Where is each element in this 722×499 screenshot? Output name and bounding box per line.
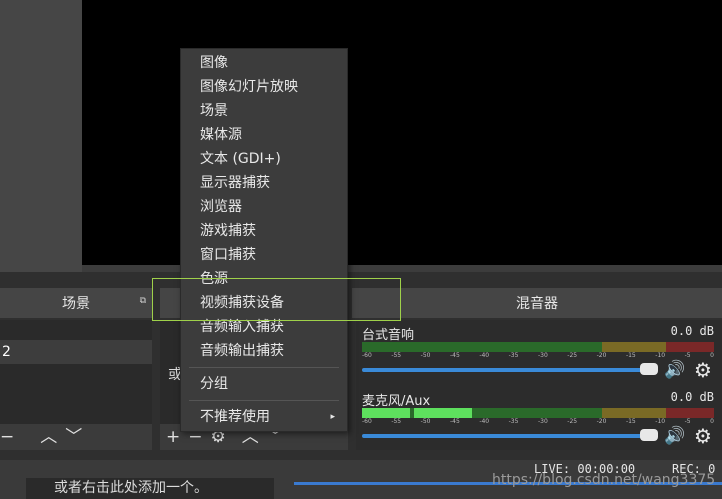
menu-item-text-gdi[interactable]: 文本 (GDI+) xyxy=(181,147,347,171)
menu-item-deprecated-label: 不推荐使用 xyxy=(200,409,270,425)
meter-tick-label: -50 xyxy=(420,352,431,359)
meter-tick-label: -30 xyxy=(537,418,548,425)
undock-icon[interactable]: ⧉ xyxy=(140,296,146,306)
mixer-dock-title: 混音器 xyxy=(352,288,722,318)
meter-tick-label: -35 xyxy=(508,352,519,359)
meter-tick-label: -40 xyxy=(479,418,490,425)
meter-tick-label: -45 xyxy=(449,352,460,359)
meter-tick-label: -10 xyxy=(655,418,666,425)
track-name: 台式音响 xyxy=(362,328,415,343)
track-name: 麦克风/Aux xyxy=(362,394,431,409)
volume-slider-track[interactable] xyxy=(362,434,644,438)
scene-list-item[interactable]: 2 xyxy=(0,340,152,364)
menu-item-browser[interactable]: 浏览器 xyxy=(181,195,347,219)
volume-slider-track[interactable] xyxy=(362,368,644,372)
meter-tick-label: -60 xyxy=(362,418,372,425)
meter-tick-label: -60 xyxy=(362,352,372,359)
menu-separator xyxy=(189,400,339,401)
menu-item-audio-output-capture[interactable]: 音频输出捕获 xyxy=(181,339,347,363)
track-settings-gear-icon[interactable]: ⚙ xyxy=(694,358,712,382)
remove-scene-button[interactable]: − xyxy=(0,428,14,446)
speaker-icon[interactable]: 🔊 xyxy=(664,360,685,380)
meter-tick-label: -40 xyxy=(479,352,490,359)
meter-tick-label: -10 xyxy=(655,352,666,359)
menu-item-image[interactable]: 图像 xyxy=(181,51,347,75)
menu-item-group[interactable]: 分组 xyxy=(181,372,347,396)
volume-meter xyxy=(362,342,714,352)
meter-tick-label: -35 xyxy=(508,418,519,425)
scenes-dock-title: 场景 ⧉ xyxy=(0,288,152,318)
meter-tick-label: -25 xyxy=(567,418,578,425)
audio-mixer: 台式音响 0.0 dB -60 -55 -50 -45 -40 -35 -30 -25 -20 -… xyxy=(356,320,722,450)
add-source-hint: 或者右击此处添加一个。 xyxy=(26,478,274,499)
track-volume-db: 0.0 dB xyxy=(670,324,714,338)
scenes-title-label: 场景 xyxy=(62,296,90,312)
move-scene-down-button[interactable]: ﹀ xyxy=(65,428,82,446)
preview-bottom-strip xyxy=(82,265,722,272)
meter-tick-label: -55 xyxy=(391,418,402,425)
menu-item-media-source[interactable]: 媒体源 xyxy=(181,123,347,147)
track-settings-gear-icon[interactable]: ⚙ xyxy=(694,424,712,448)
volume-slider-knob[interactable] xyxy=(640,429,658,441)
preview-left-panel xyxy=(0,0,82,272)
meter-tick-label: -45 xyxy=(449,418,460,425)
submenu-arrow-icon: ▸ xyxy=(330,412,335,422)
meter-tick-label: -50 xyxy=(420,418,431,425)
meter-tick-label: -25 xyxy=(567,352,578,359)
scenes-list[interactable]: 2 xyxy=(0,320,152,424)
mixer-track-desktop-audio: 台式音响 0.0 dB -60 -55 -50 -45 -40 -35 -30 -25 -20 -… xyxy=(362,324,718,386)
mixer-track-mic-aux: 麦克风/Aux 0.0 dB -60 -55 -50 -45 -40 -35 -30 -25 -… xyxy=(362,390,718,452)
meter-scale: -60 -55 -50 -45 -40 -35 -30 -25 -20 -15 -10 -5 0 xyxy=(362,418,714,426)
move-scene-up-button[interactable]: ︿ xyxy=(40,428,57,446)
add-source-button[interactable]: + xyxy=(166,428,180,446)
menu-item-game-capture[interactable]: 游戏捕获 xyxy=(181,219,347,243)
meter-tick-label: -5 xyxy=(684,352,691,359)
watermark: https://blog.csdn.net/wang3375 xyxy=(492,472,716,488)
menu-item-display-capture[interactable]: 显示器捕获 xyxy=(181,171,347,195)
menu-item-deprecated[interactable]: 不推荐使用 ▸ xyxy=(181,405,347,429)
meter-tick-label: -15 xyxy=(625,418,636,425)
annotation-highlight-box xyxy=(152,278,401,321)
menu-separator xyxy=(189,367,339,368)
meter-tick-label: -20 xyxy=(596,418,607,425)
menu-item-window-capture[interactable]: 窗口捕获 xyxy=(181,243,347,267)
menu-item-scene[interactable]: 场景 xyxy=(181,99,347,123)
volume-slider-knob[interactable] xyxy=(640,363,658,375)
menu-item-image-slideshow[interactable]: 图像幻灯片放映 xyxy=(181,75,347,99)
speaker-icon[interactable]: 🔊 xyxy=(664,426,685,446)
meter-tick-label: -20 xyxy=(596,352,607,359)
mixer-title-label: 混音器 xyxy=(516,296,558,312)
preview-canvas[interactable] xyxy=(82,0,722,265)
volume-meter xyxy=(362,408,714,418)
meter-tick-label: -5 xyxy=(684,418,691,425)
meter-tick-label: -30 xyxy=(537,352,548,359)
meter-scale: -60 -55 -50 -45 -40 -35 -30 -25 -20 -15 -10 -5 0 xyxy=(362,352,714,360)
meter-tick-label: -15 xyxy=(625,352,636,359)
track-volume-db: 0.0 dB xyxy=(670,390,714,404)
add-source-context-menu: 图像 图像幻灯片放映 场景 媒体源 文本 (GDI+) 显示器捕获 浏览器 游戏… xyxy=(180,48,348,432)
meter-tick-label: -55 xyxy=(391,352,402,359)
scenes-toolbar: − ︿ ﹀ xyxy=(0,424,152,450)
